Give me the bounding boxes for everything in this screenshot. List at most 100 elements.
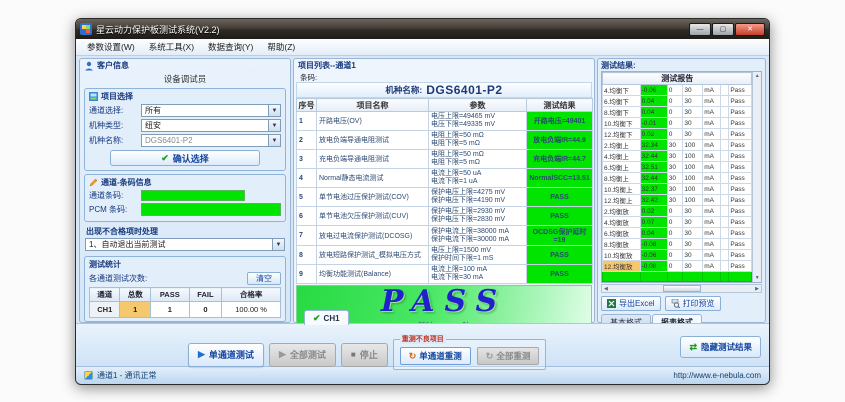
fail-handling-dropdown[interactable]: 1、自动退出当前测试 ▼ — [85, 238, 285, 251]
report-row[interactable]: 8.均衡放-0.08030mAPass — [603, 239, 752, 250]
report-row[interactable]: 2.均衡放0.02030mAPass — [603, 206, 752, 217]
report-row[interactable]: 10.均衡下-0.01030mAPass — [603, 118, 752, 129]
table-row[interactable]: 1开路电压(OV)电压上限=49465 mV电压下限=49335 mV开路电压=… — [297, 112, 593, 131]
report-vertical-scrollbar[interactable]: ▲ ▼ — [752, 72, 761, 282]
report-row[interactable]: 8.均衡下0.04030mAPass — [603, 107, 752, 118]
all-test-label: 全部测试 — [290, 348, 326, 361]
report-row[interactable]: 8.均衡上32.4430100mAPass — [603, 173, 752, 184]
model-type-dropdown[interactable]: 纽安 ▼ — [141, 119, 281, 132]
report-partial-cell — [683, 272, 703, 282]
report-row[interactable]: 6.均衡下0.04030mAPass — [603, 96, 752, 107]
report-row[interactable]: 4.均衡上32.4430100mAPass — [603, 151, 752, 162]
menu-data-query[interactable]: 数据查询(Y) — [202, 40, 259, 54]
chevron-down-icon[interactable]: ▼ — [268, 135, 280, 146]
print-preview-icon — [671, 299, 680, 308]
report-value-cell: 32.42 — [640, 195, 667, 206]
report-name-cell: 8.均衡下 — [603, 107, 641, 118]
scroll-left-icon[interactable]: ◀ — [602, 286, 610, 292]
print-preview-label: 打印预览 — [683, 298, 715, 309]
print-preview-button[interactable]: 打印预览 — [665, 296, 721, 311]
close-button[interactable]: ✕ — [735, 23, 765, 36]
param-line: 电阻上限=50 mΩ — [431, 132, 524, 140]
chevron-down-icon[interactable]: ▼ — [268, 105, 280, 116]
report-row[interactable]: 4.均衡放0.07030mAPass — [603, 217, 752, 228]
report-value-cell: 0.04 — [640, 96, 667, 107]
excel-icon — [607, 299, 616, 308]
item-result-cell: OCDSG保护延时=19 — [527, 226, 593, 246]
scroll-up-icon[interactable]: ▲ — [755, 72, 760, 80]
all-test-button[interactable]: ▶ 全部测试 — [269, 343, 336, 367]
stats-row: CH1110100.00 % — [90, 302, 281, 318]
table-row[interactable]: 8放电短路保护测试_模拟电压方式电压上限=1500 mV保护时间下限=1 mSP… — [297, 246, 593, 265]
maximize-button[interactable]: ▢ — [712, 23, 734, 36]
report-min-cell: 30 — [667, 140, 683, 151]
item-result-cell: NormalSCC=13.51 — [527, 169, 593, 188]
minimize-button[interactable]: — — [689, 23, 711, 36]
item-params-cell: 保护电流上限=38000 mA保护电流下限=30000 mA — [429, 226, 527, 246]
scroll-down-icon[interactable]: ▼ — [755, 274, 760, 282]
check-icon: ✔ — [161, 153, 169, 164]
scroll-right-icon[interactable]: ▶ — [753, 286, 761, 292]
refresh-icon: ↻ — [409, 351, 417, 362]
person-icon — [84, 61, 94, 71]
item-no-cell: 6 — [297, 207, 317, 226]
report-unit-cell: mA — [703, 195, 721, 206]
stats-header-cell: FAIL — [189, 288, 222, 302]
param-line: 电阻下限=5 mΩ — [431, 159, 524, 167]
report-row[interactable]: 12.均衡放-0.08030mAPass — [603, 261, 752, 272]
report-blank-cell — [720, 195, 728, 206]
all-retest-button[interactable]: ↻ 全部重测 — [477, 347, 540, 365]
report-row[interactable]: 10.均衡放-0.06030mAPass — [603, 250, 752, 261]
pcm-barcode-input[interactable] — [141, 203, 281, 216]
report-table-title: 测试报告 — [603, 73, 752, 85]
menu-parameter-settings[interactable]: 参数设置(W) — [81, 40, 141, 54]
report-result-cell: Pass — [729, 206, 752, 217]
chevron-down-icon[interactable]: ▼ — [268, 120, 280, 131]
sidebar-header: 客户信息 — [97, 60, 129, 71]
tab-channel-1[interactable]: ✔ CH1 — [304, 310, 349, 325]
report-row[interactable]: 4.均衡下-0.06030mAPass — [603, 85, 752, 96]
stop-button[interactable]: ■ 停止 — [341, 343, 388, 367]
report-row[interactable]: 12.均衡下0.02030mAPass — [603, 129, 752, 140]
menu-system-tools[interactable]: 系统工具(X) — [143, 40, 200, 54]
menu-help[interactable]: 帮助(Z) — [261, 40, 301, 54]
item-name-cell: 单节电池欠压保护测试(CUV) — [317, 207, 429, 226]
table-row[interactable]: 2放电负端导通电阻测试电阻上限=50 mΩ电阻下限=5 mΩ放电负端IR=44.… — [297, 131, 593, 150]
report-unit-cell: mA — [703, 217, 721, 228]
export-excel-button[interactable]: 导出Excel — [601, 296, 661, 311]
hide-results-button[interactable]: ⇄ 隐藏测试结果 — [680, 336, 761, 358]
table-row[interactable]: 9均衡功能测试(Balance)电流上限=100 mA电流下限=30 mAPAS… — [297, 265, 593, 284]
report-result-cell: Pass — [729, 250, 752, 261]
report-unit-cell: mA — [703, 151, 721, 162]
report-row[interactable]: 12.均衡上32.4230100mAPass — [603, 195, 752, 206]
report-row[interactable]: 2.均衡上32.3430100mAPass — [603, 140, 752, 151]
stats-fail-cell: 0 — [189, 302, 222, 318]
report-min-cell: 0 — [667, 206, 683, 217]
report-blank-cell — [720, 239, 728, 250]
report-row[interactable]: 6.均衡放0.04030mAPass — [603, 228, 752, 239]
report-unit-cell: mA — [703, 96, 721, 107]
report-row[interactable]: 6.均衡上32.5130100mAPass — [603, 162, 752, 173]
report-min-cell: 0 — [667, 239, 683, 250]
table-row[interactable]: 5单节电池过压保护测试(COV)保护电压上限=4275 mV保护电压下限=419… — [297, 188, 593, 207]
table-row[interactable]: 7放电过电流保护测试(DCOSG)保护电流上限=38000 mA保护电流下限=3… — [297, 226, 593, 246]
single-channel-test-button[interactable]: ▶ 单通道测试 — [188, 343, 264, 367]
report-max-cell: 30 — [683, 85, 703, 96]
report-max-cell: 100 — [683, 173, 703, 184]
report-row[interactable]: 10.均衡上32.3730100mAPass — [603, 184, 752, 195]
table-row[interactable]: 6单节电池欠压保护测试(CUV)保护电压上限=2930 mV保护电压下限=283… — [297, 207, 593, 226]
table-row[interactable]: 4Normal静态电流测试电流上限=50 uA电流下限=1 uANormalSC… — [297, 169, 593, 188]
channel-barcode-input[interactable] — [141, 190, 245, 201]
report-max-cell: 30 — [683, 206, 703, 217]
table-row[interactable]: 3充电负端导通电阻测试电阻上限=50 mΩ电阻下限=5 mΩ充电负端IR=44.… — [297, 150, 593, 169]
model-name-dropdown[interactable]: DGS6401-P2 ▼ — [141, 134, 281, 147]
confirm-select-button[interactable]: ✔ 确认选择 — [110, 150, 260, 166]
chevron-down-icon[interactable]: ▼ — [272, 239, 284, 250]
report-horizontal-scrollbar[interactable]: ◀ ▶ — [601, 284, 762, 293]
clear-button[interactable]: 清空 — [247, 272, 281, 285]
single-channel-retest-button[interactable]: ↻ 单通道重测 — [400, 347, 471, 365]
channel-select-dropdown[interactable]: 所有 ▼ — [141, 104, 281, 117]
title-bar[interactable]: 星云动力保护板测试系统(V2.2) — ▢ ✕ — [76, 19, 769, 39]
fail-handling-label: 出现不合格项时处理 — [86, 226, 286, 237]
scrollbar-thumb[interactable] — [663, 285, 701, 292]
